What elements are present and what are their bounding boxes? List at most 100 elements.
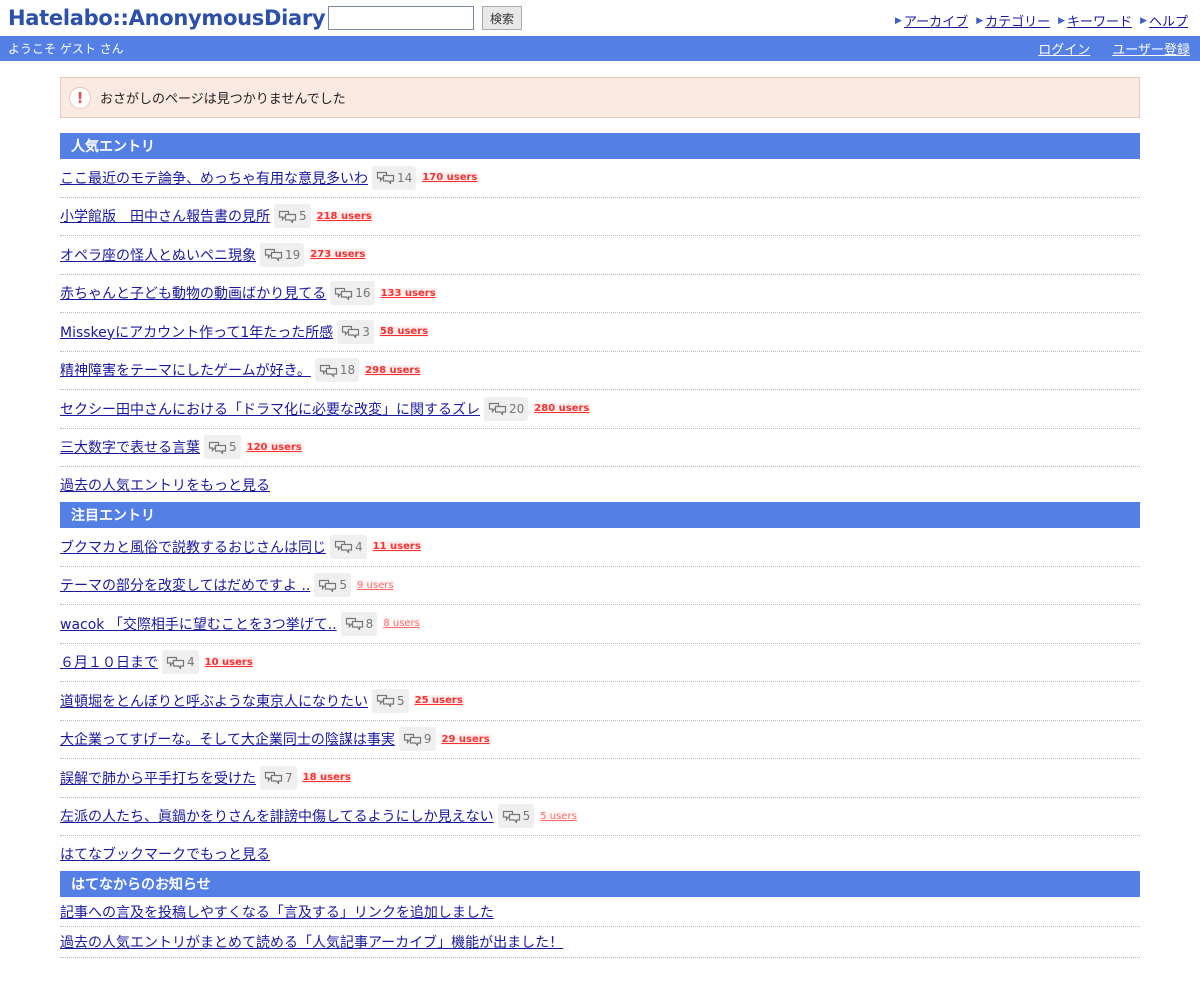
entry-title-link[interactable]: 三大数字で表せる言葉 — [60, 437, 200, 457]
entry-title-link[interactable]: 大企業ってすげーな。そして大企業同士の陰謀は事実 — [60, 729, 395, 749]
entry-row: ここ最近のモテ論争、めっちゃ有用な意見多いわ 14 170 users — [60, 159, 1140, 198]
news-item-link[interactable]: 記事への言及を投稿しやすくなる「言及する」リンクを追加しました — [60, 902, 494, 922]
comment-bubble-icon — [278, 210, 297, 223]
bookmark-users-badge[interactable]: 280 users — [533, 403, 591, 415]
nav-category-link[interactable]: カテゴリー — [985, 11, 1050, 30]
entry-row: 道頓堀をとんぼりと呼ぶような東京人になりたい 5 25 users — [60, 682, 1140, 721]
entry-title-link[interactable]: wacok 「交際相手に望むことを3つ挙げて.. — [60, 614, 337, 634]
bookmark-users-badge[interactable]: 9 users — [356, 579, 395, 591]
comment-count-badge[interactable]: 5 — [204, 435, 241, 460]
comment-count: 4 — [355, 539, 363, 554]
entry-row: 三大数字で表せる言葉 5 120 users — [60, 429, 1140, 467]
comment-count: 5 — [522, 809, 531, 824]
search-input[interactable] — [328, 6, 474, 30]
comment-count-badge[interactable]: 4 — [162, 650, 199, 675]
warning-icon: ! — [69, 86, 91, 109]
bookmark-users-badge[interactable]: 29 users — [440, 733, 491, 745]
entry-row: 誤解で肺から平手打ちを受けた 7 18 users — [60, 759, 1140, 798]
arrow-icon: ▶ — [976, 15, 984, 26]
comment-count: 20 — [509, 401, 525, 416]
comment-count-badge[interactable]: 4 — [330, 534, 367, 559]
featured-more: はてなブックマークでもっと見る — [60, 836, 1140, 871]
register-link[interactable]: ユーザー登録 — [1112, 39, 1190, 58]
entry-title-link[interactable]: ここ最近のモテ論争、めっちゃ有用な意見多いわ — [60, 168, 368, 188]
search-button[interactable]: 検索 — [482, 6, 522, 30]
entry-row: テーマの部分を改変してはだめですよ .. 5 9 users — [60, 567, 1140, 605]
account-links: ログイン ユーザー登録 — [1038, 39, 1190, 58]
featured-entries-header: 注目エントリ — [60, 502, 1140, 528]
entry-title-link[interactable]: 誤解で肺から平手打ちを受けた — [60, 768, 256, 788]
comment-count-badge[interactable]: 8 — [340, 611, 378, 636]
nav-keyword-link[interactable]: キーワード — [1067, 11, 1132, 30]
bookmark-users-badge[interactable]: 58 users — [378, 326, 430, 338]
login-link[interactable]: ログイン — [1038, 39, 1090, 58]
bookmark-users-badge[interactable]: 170 users — [421, 172, 479, 184]
comment-bubble-icon — [502, 810, 520, 823]
entry-title-link[interactable]: テーマの部分を改変してはだめですよ .. — [60, 575, 310, 595]
bookmark-users-badge[interactable]: 10 users — [203, 656, 254, 668]
comment-count-badge[interactable]: 5 — [497, 804, 535, 829]
entry-title-link[interactable]: ブクマカと風俗で説教するおじさんは同じ — [60, 537, 326, 557]
popular-more: 過去の人気エントリをもっと見る — [60, 467, 1140, 502]
comment-bubble-icon — [264, 249, 283, 262]
entry-title-link[interactable]: セクシー田中さんにおける「ドラマ化に必要な改変」に関するズレ — [60, 399, 480, 419]
comment-count: 4 — [187, 655, 195, 670]
comment-count-badge[interactable]: 16 — [330, 281, 375, 306]
comment-count-badge[interactable]: 3 — [337, 319, 374, 344]
site-logo[interactable]: Hatelabo::AnonymousDiary — [8, 5, 326, 31]
entry-title-link[interactable]: オペラ座の怪人とぬいペニ現象 — [60, 245, 256, 265]
news-item: 過去の人気エントリがまとめて読める「人気記事アーカイブ」機能が出ました！ — [60, 927, 1140, 958]
popular-entries-header: 人気エントリ — [60, 133, 1140, 159]
comment-count: 8 — [365, 616, 374, 631]
news-item-link[interactable]: 過去の人気エントリがまとめて読める「人気記事アーカイブ」機能が出ました！ — [60, 932, 563, 952]
bookmark-users-badge[interactable]: 8 users — [382, 618, 421, 630]
popular-more-link[interactable]: 過去の人気エントリをもっと見る — [60, 475, 270, 495]
bookmark-users-badge[interactable]: 120 users — [245, 441, 303, 453]
featured-more-link[interactable]: はてなブックマークでもっと見る — [60, 844, 270, 864]
nav-help-link[interactable]: ヘルプ — [1149, 11, 1188, 30]
arrow-icon: ▶ — [1058, 15, 1066, 26]
bookmark-users-badge[interactable]: 18 users — [301, 772, 352, 784]
bookmark-users-badge[interactable]: 11 users — [371, 541, 422, 553]
entry-title-link[interactable]: 精神障害をテーマにしたゲームが好き。 — [60, 360, 311, 380]
entry-row: wacok 「交際相手に望むことを3つ挙げて.. 8 8 users — [60, 605, 1140, 644]
bookmark-users-badge[interactable]: 25 users — [413, 695, 464, 707]
comment-bubble-icon — [334, 541, 353, 554]
entry-title-link[interactable]: 赤ちゃんと子ども動物の動画ばかり見てる — [60, 283, 326, 303]
comment-count-badge[interactable]: 18 — [314, 358, 360, 383]
news-header: はてなからのお知らせ — [60, 871, 1140, 897]
comment-count: 7 — [285, 770, 293, 785]
comment-count-badge[interactable]: 5 — [274, 204, 311, 229]
comment-count-badge[interactable]: 7 — [260, 765, 297, 790]
bookmark-users-badge[interactable]: 218 users — [315, 210, 373, 222]
entry-title-link[interactable]: ６月１０日まで — [60, 652, 158, 672]
comment-count-badge[interactable]: 5 — [314, 573, 352, 598]
comment-count: 19 — [285, 247, 301, 262]
nav-archive-link[interactable]: アーカイブ — [904, 11, 968, 30]
entry-title-link[interactable]: Misskeyにアカウント作って1年たった所感 — [60, 322, 333, 342]
comment-count: 5 — [397, 693, 405, 708]
comment-bubble-icon — [403, 733, 421, 746]
entry-title-link[interactable]: 左派の人たち、眞鍋かをりさんを誹謗中傷してるようにしか見えない — [60, 806, 494, 826]
comment-count-badge[interactable]: 14 — [372, 165, 417, 190]
comment-count-badge[interactable]: 19 — [260, 242, 305, 267]
comment-count: 5 — [229, 440, 237, 455]
not-found-message: おさがしのページは見つかりませんでした — [100, 92, 346, 107]
bookmark-users-badge[interactable]: 5 users — [539, 810, 578, 822]
entry-title-link[interactable]: 道頓堀をとんぼりと呼ぶような東京人になりたい — [60, 691, 368, 711]
bookmark-users-badge[interactable]: 273 users — [309, 249, 367, 261]
bookmark-users-badge[interactable]: 298 users — [364, 364, 422, 376]
entry-title-link[interactable]: 小学館版 田中さん報告書の見所 — [60, 206, 270, 226]
comment-count-badge[interactable]: 20 — [484, 396, 529, 421]
featured-entries-list: ブクマカと風俗で説教するおじさんは同じ 4 11 users テーマの部分を改変しては… — [60, 528, 1140, 836]
entry-row: ブクマカと風俗で説教するおじさんは同じ 4 11 users — [60, 528, 1140, 567]
entry-row: 小学館版 田中さん報告書の見所 5 218 users — [60, 198, 1140, 236]
nav-keyword: ▶ キーワード — [1058, 11, 1132, 30]
bookmark-users-badge[interactable]: 133 users — [379, 287, 437, 299]
news-list: 記事への言及を投稿しやすくなる「言及する」リンクを追加しました 過去の人気エント… — [60, 897, 1140, 958]
comment-count: 16 — [355, 286, 371, 301]
comment-bubble-icon — [335, 287, 353, 300]
comment-bubble-icon — [376, 172, 395, 185]
comment-count-badge[interactable]: 9 — [398, 727, 436, 752]
comment-count-badge[interactable]: 5 — [372, 688, 409, 713]
